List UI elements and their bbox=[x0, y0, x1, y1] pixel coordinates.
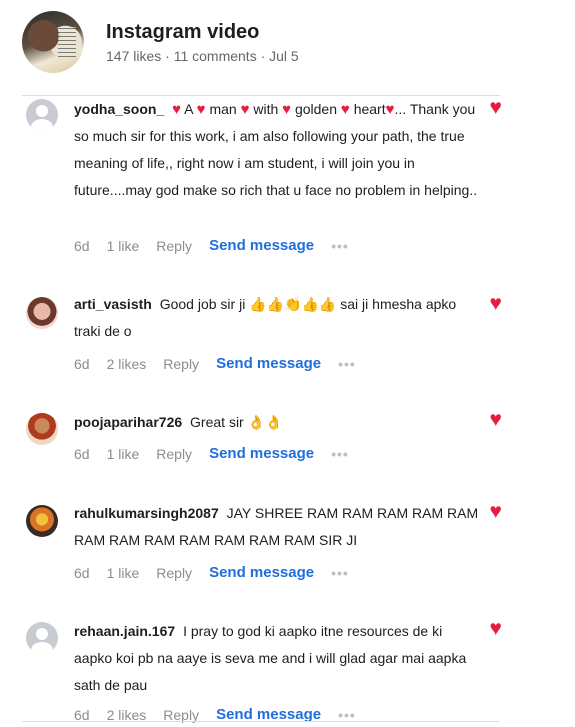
heart-emoji: ♥ bbox=[385, 101, 395, 118]
comment-actions: 6d 1 like Reply Send message ••• bbox=[74, 564, 366, 581]
comment-text-part: man bbox=[209, 101, 237, 117]
comment-text-part: heart bbox=[353, 101, 386, 117]
avatar[interactable] bbox=[26, 622, 58, 654]
comment-text-part: golden bbox=[294, 101, 337, 117]
heart-emoji: ♥ bbox=[172, 101, 182, 118]
reply-button[interactable]: Reply bbox=[156, 446, 192, 462]
send-message-button[interactable]: Send message bbox=[209, 564, 314, 581]
comment-username[interactable]: rahulkumarsingh2087 bbox=[74, 505, 219, 521]
reply-button[interactable]: Reply bbox=[156, 565, 192, 581]
send-message-button[interactable]: Send message bbox=[216, 355, 321, 372]
reply-button[interactable]: Reply bbox=[163, 356, 199, 372]
avatar[interactable] bbox=[26, 99, 58, 131]
heart-emoji: ♥ bbox=[240, 101, 250, 118]
more-options-icon[interactable]: ••• bbox=[331, 565, 349, 581]
post-header: Instagram video 147 likes · 11 comments … bbox=[22, 10, 299, 74]
post-title[interactable]: Instagram video bbox=[106, 20, 299, 44]
comment-actions: 6d 2 likes Reply Send message ••• bbox=[74, 355, 373, 372]
comment-text-part: A bbox=[184, 101, 193, 117]
more-options-icon[interactable]: ••• bbox=[331, 446, 349, 462]
more-options-icon[interactable]: ••• bbox=[338, 356, 356, 372]
comment-time: 6d bbox=[74, 355, 90, 372]
avatar[interactable] bbox=[26, 413, 58, 445]
thumbs-up-emoji: 👍👍👏👍👍 bbox=[249, 296, 337, 312]
comment-likes[interactable]: 2 likes bbox=[107, 356, 147, 372]
comment-username[interactable]: arti_vasisth bbox=[74, 296, 152, 312]
heart-emoji: ♥ bbox=[340, 101, 350, 118]
comment-text: rehaan.jain.167 I pray to god ki aapko i… bbox=[74, 618, 479, 699]
comment-time: 6d bbox=[74, 445, 90, 462]
like-heart-icon[interactable]: ♥ bbox=[490, 409, 502, 430]
comment-text: rahulkumarsingh2087 JAY SHREE RAM RAM RA… bbox=[74, 500, 479, 554]
reply-button[interactable]: Reply bbox=[156, 238, 192, 254]
comment-text-part: with bbox=[253, 101, 279, 117]
heart-emoji: ♥ bbox=[282, 101, 292, 118]
comment-text: yodha_soon_ ♥ A ♥ man ♥ with ♥ golden ♥ … bbox=[74, 96, 479, 204]
ok-hand-emoji: 👌👌 bbox=[247, 414, 283, 430]
comment-actions: 6d 1 like Reply Send message ••• bbox=[74, 237, 366, 254]
send-message-button[interactable]: Send message bbox=[209, 237, 314, 254]
post-thumbnail[interactable] bbox=[22, 11, 84, 73]
comment-text: arti_vasisth Good job sir ji 👍👍👏👍👍 sai j… bbox=[74, 291, 479, 345]
like-heart-icon[interactable]: ♥ bbox=[490, 618, 502, 639]
comment-text-part: Good job sir ji bbox=[159, 296, 246, 312]
comment-time: 6d bbox=[74, 237, 90, 254]
post-info: Instagram video 147 likes · 11 comments … bbox=[106, 20, 299, 64]
avatar[interactable] bbox=[26, 297, 58, 329]
comment-likes[interactable]: 1 like bbox=[107, 238, 140, 254]
like-heart-icon[interactable]: ♥ bbox=[490, 501, 502, 522]
more-options-icon[interactable]: ••• bbox=[331, 238, 349, 254]
post-meta: 147 likes · 11 comments · Jul 5 bbox=[106, 48, 299, 64]
send-message-button[interactable]: Send message bbox=[209, 445, 314, 462]
comment-likes[interactable]: 1 like bbox=[107, 446, 140, 462]
divider bbox=[22, 721, 500, 722]
comment-username[interactable]: poojaparihar726 bbox=[74, 414, 182, 430]
comment-time: 6d bbox=[74, 564, 90, 581]
avatar[interactable] bbox=[26, 505, 58, 537]
comment-username[interactable]: rehaan.jain.167 bbox=[74, 623, 175, 639]
heart-emoji: ♥ bbox=[196, 101, 206, 118]
comment-username[interactable]: yodha_soon_ bbox=[74, 101, 164, 117]
comment-text-part: Great sir bbox=[190, 414, 244, 430]
like-heart-icon[interactable]: ♥ bbox=[490, 293, 502, 314]
comment-likes[interactable]: 1 like bbox=[107, 565, 140, 581]
like-heart-icon[interactable]: ♥ bbox=[490, 97, 502, 118]
comment-actions: 6d 1 like Reply Send message ••• bbox=[74, 445, 366, 462]
comment-text: poojaparihar726 Great sir 👌👌 bbox=[74, 409, 479, 436]
